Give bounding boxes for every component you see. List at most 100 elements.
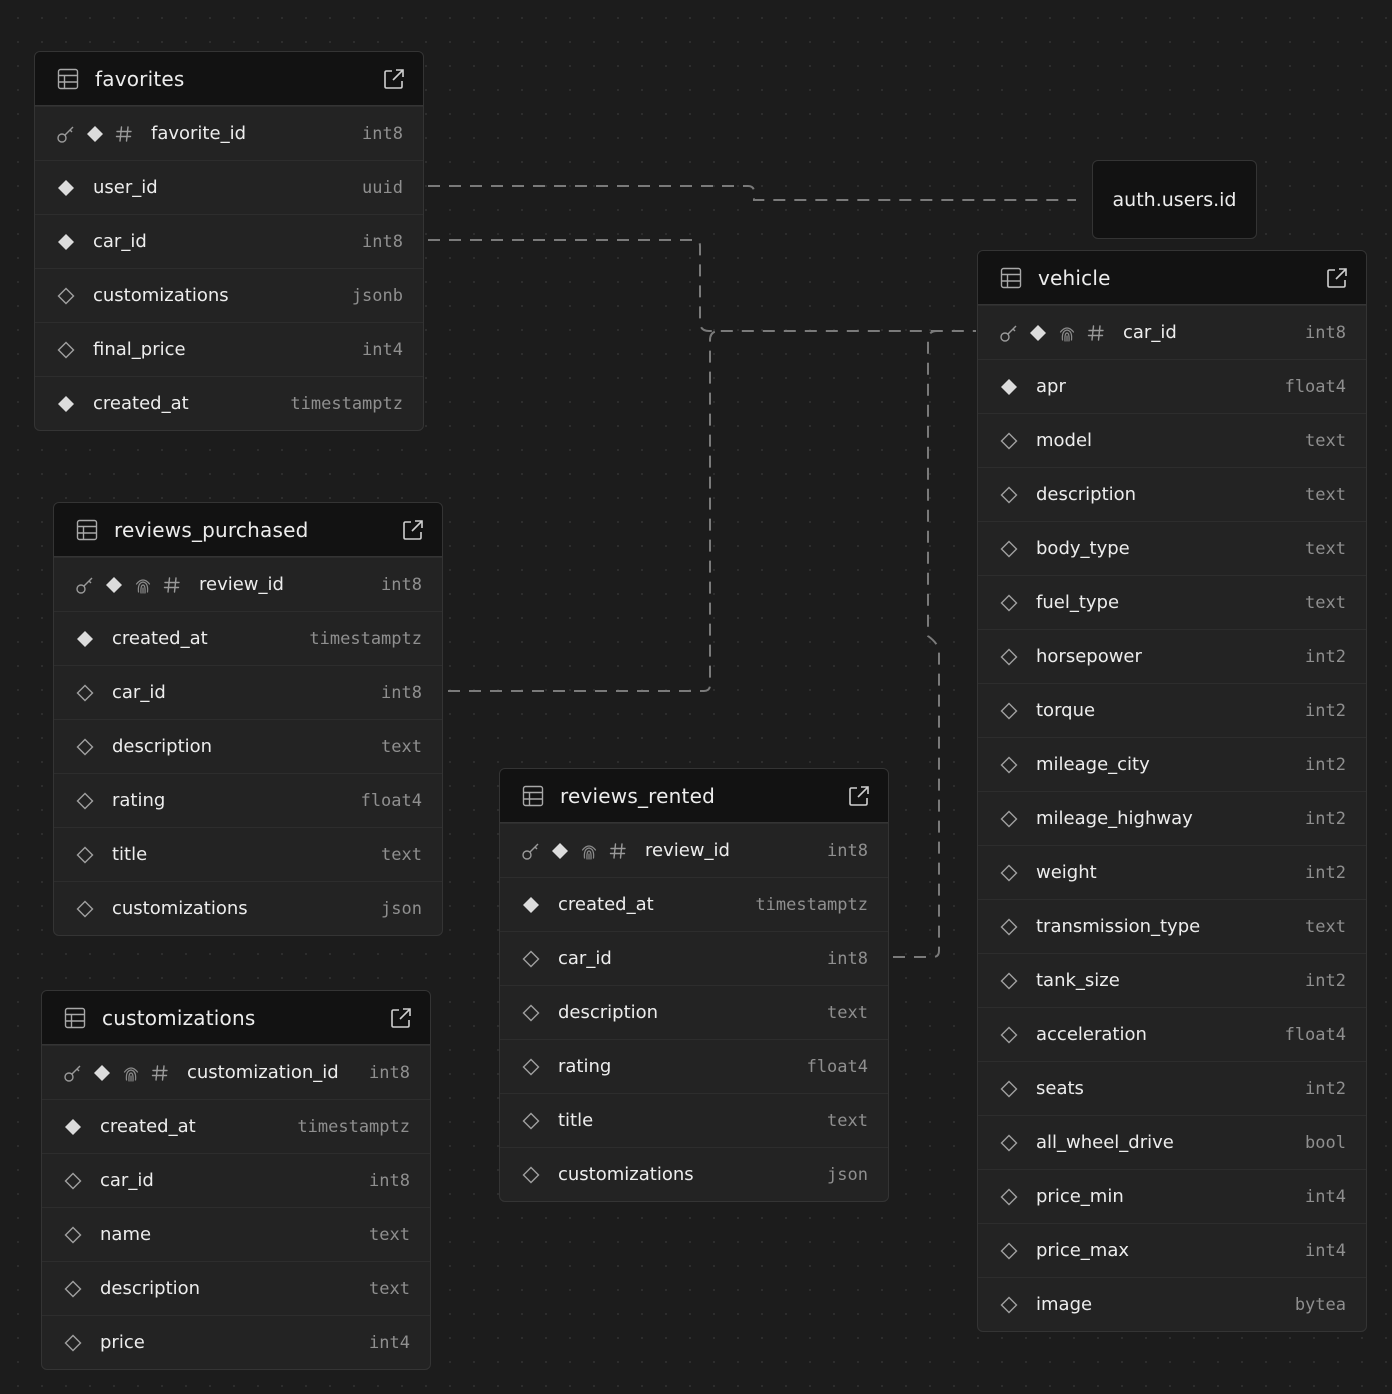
- table-header[interactable]: reviews_purchased: [54, 503, 442, 557]
- column-row-model[interactable]: model text: [978, 413, 1366, 467]
- column-flags: [998, 1240, 1020, 1262]
- edge-favorites-user-id-to-auth-users: [428, 185, 1076, 201]
- column-row-description[interactable]: description text: [500, 985, 888, 1039]
- column-row-name[interactable]: name text: [42, 1207, 430, 1261]
- column-type: int8: [369, 1170, 410, 1191]
- column-row-customizations[interactable]: customizations jsonb: [35, 268, 423, 322]
- column-flags: [998, 646, 1020, 668]
- column-row-title[interactable]: title text: [54, 827, 442, 881]
- external-link-icon[interactable]: [402, 519, 424, 541]
- column-flags: [55, 393, 77, 415]
- column-row-all-wheel-drive[interactable]: all_wheel_drive bool: [978, 1115, 1366, 1169]
- column-type: text: [1305, 916, 1346, 937]
- column-flags: [74, 574, 183, 596]
- column-name: favorite_id: [151, 123, 246, 144]
- column-row-tank-size[interactable]: tank_size int2: [978, 953, 1366, 1007]
- column-row-apr[interactable]: apr float4: [978, 359, 1366, 413]
- column-flags: [62, 1062, 171, 1084]
- column-row-transmission-type[interactable]: transmission_type text: [978, 899, 1366, 953]
- column-row-price-max[interactable]: price_max int4: [978, 1223, 1366, 1277]
- nullable-diamond-icon: [64, 1172, 82, 1189]
- column-row-created-at[interactable]: created_at timestamptz: [54, 611, 442, 665]
- column-row-review-id[interactable]: review_id int8: [54, 557, 442, 611]
- table-icon: [76, 519, 98, 540]
- column-row-customization-id[interactable]: customization_id int8: [42, 1045, 430, 1099]
- table-name: customizations: [102, 1005, 256, 1030]
- column-row-torque[interactable]: torque int2: [978, 683, 1366, 737]
- column-row-price[interactable]: price int4: [42, 1315, 430, 1369]
- column-row-horsepower[interactable]: horsepower int2: [978, 629, 1366, 683]
- column-row-mileage-city[interactable]: mileage_city int2: [978, 737, 1366, 791]
- column-row-customizations[interactable]: customizations json: [500, 1147, 888, 1201]
- column-flags: [62, 1278, 84, 1300]
- column-row-final-price[interactable]: final_price int4: [35, 322, 423, 376]
- column-flags: [998, 916, 1020, 938]
- column-row-car-id[interactable]: car_id int8: [978, 305, 1366, 359]
- nullable-diamond-icon: [1000, 1080, 1018, 1097]
- column-type: timestamptz: [297, 1116, 410, 1137]
- column-type: timestamptz: [309, 628, 422, 649]
- column-row-created-at[interactable]: created_at timestamptz: [35, 376, 423, 430]
- identity-hash-icon: [1087, 324, 1104, 341]
- column-flags: [74, 790, 96, 812]
- external-link-icon[interactable]: [390, 1007, 412, 1029]
- external-link-icon[interactable]: [848, 785, 870, 807]
- nullable-diamond-icon: [1000, 864, 1018, 881]
- column-row-image[interactable]: image bytea: [978, 1277, 1366, 1331]
- column-name: rating: [558, 1056, 612, 1077]
- column-type: float4: [360, 790, 422, 811]
- column-row-user-id[interactable]: user_id uuid: [35, 160, 423, 214]
- edge-reviews-rented-car-id-to-vehicle: [893, 330, 940, 958]
- column-row-created-at[interactable]: created_at timestamptz: [42, 1099, 430, 1153]
- column-flags: [520, 1002, 542, 1024]
- column-row-acceleration[interactable]: acceleration float4: [978, 1007, 1366, 1061]
- external-link-icon[interactable]: [1326, 267, 1348, 289]
- column-row-review-id[interactable]: review_id int8: [500, 823, 888, 877]
- column-type: text: [369, 1278, 410, 1299]
- table-customizations[interactable]: customizations customization_id int8 create…: [41, 990, 431, 1370]
- table-favorites[interactable]: favorites favorite_id int8 user_id uuid car_i…: [34, 51, 424, 431]
- table-reviews-purchased[interactable]: reviews_purchased review_id int8 created_at…: [53, 502, 443, 936]
- edge-favorites-car-id-to-vehicle: [428, 239, 976, 332]
- table-header[interactable]: customizations: [42, 991, 430, 1045]
- column-row-favorite-id[interactable]: favorite_id int8: [35, 106, 423, 160]
- column-flags: [520, 1056, 542, 1078]
- column-row-price-min[interactable]: price_min int4: [978, 1169, 1366, 1223]
- column-row-body-type[interactable]: body_type text: [978, 521, 1366, 575]
- table-reviews-rented[interactable]: reviews_rented review_id int8 created_at tim…: [499, 768, 889, 1202]
- column-flags: [74, 628, 96, 650]
- column-row-mileage-highway[interactable]: mileage_highway int2: [978, 791, 1366, 845]
- table-header[interactable]: favorites: [35, 52, 423, 106]
- column-row-car-id[interactable]: car_id int8: [35, 214, 423, 268]
- column-row-car-id[interactable]: car_id int8: [42, 1153, 430, 1207]
- column-name: review_id: [645, 840, 730, 861]
- column-row-weight[interactable]: weight int2: [978, 845, 1366, 899]
- column-row-rating[interactable]: rating float4: [500, 1039, 888, 1093]
- column-row-car-id[interactable]: car_id int8: [54, 665, 442, 719]
- table-icon: [64, 1007, 86, 1028]
- external-node-auth-users-id[interactable]: auth.users.id: [1092, 160, 1257, 239]
- column-row-customizations[interactable]: customizations json: [54, 881, 442, 935]
- column-row-fuel-type[interactable]: fuel_type text: [978, 575, 1366, 629]
- column-flags: [998, 754, 1020, 776]
- column-row-seats[interactable]: seats int2: [978, 1061, 1366, 1115]
- column-type: jsonb: [351, 285, 403, 306]
- table-header[interactable]: vehicle: [978, 251, 1366, 305]
- column-row-description[interactable]: description text: [42, 1261, 430, 1315]
- table-header[interactable]: reviews_rented: [500, 769, 888, 823]
- column-name: mileage_city: [1036, 754, 1150, 775]
- column-row-rating[interactable]: rating float4: [54, 773, 442, 827]
- column-row-car-id[interactable]: car_id int8: [500, 931, 888, 985]
- column-row-created-at[interactable]: created_at timestamptz: [500, 877, 888, 931]
- nullable-diamond-icon: [1000, 1242, 1018, 1259]
- external-link-icon[interactable]: [383, 68, 405, 90]
- nullable-diamond-icon: [522, 950, 540, 967]
- nullable-diamond-icon: [1000, 1134, 1018, 1151]
- column-row-description[interactable]: description text: [54, 719, 442, 773]
- column-row-description[interactable]: description text: [978, 467, 1366, 521]
- column-type: int8: [381, 574, 422, 595]
- external-node-label: auth.users.id: [1112, 188, 1237, 211]
- table-vehicle[interactable]: vehicle car_id int8 apr float4 model text descr…: [977, 250, 1367, 1332]
- column-row-title[interactable]: title text: [500, 1093, 888, 1147]
- column-type: int2: [1305, 754, 1346, 775]
